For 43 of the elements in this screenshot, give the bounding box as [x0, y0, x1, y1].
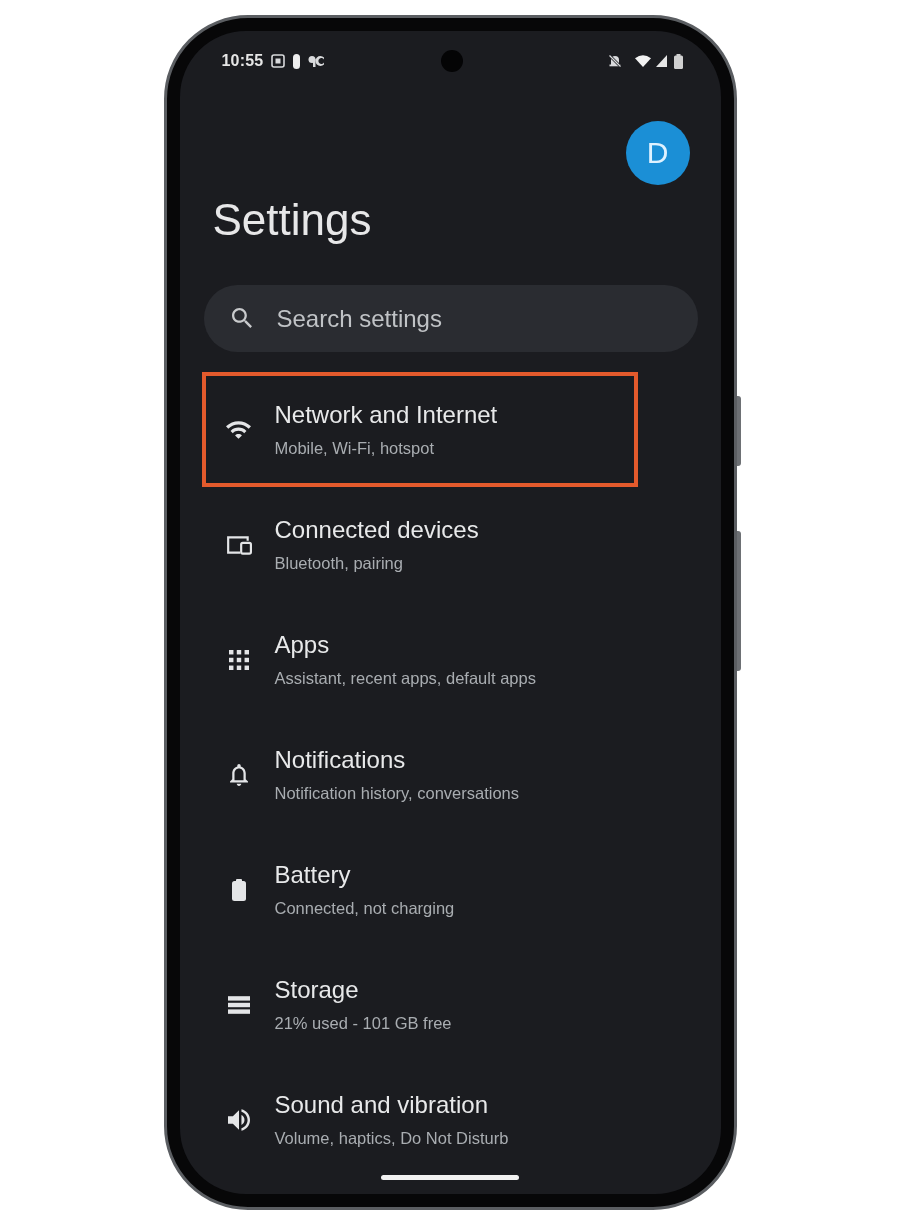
settings-item[interactable]: Battery Connected, not charging [201, 832, 638, 947]
settings-item[interactable]: Storage 21% used - 101 GB free [201, 947, 638, 1062]
notification-glyph-icon [308, 55, 325, 67]
storage-icon [227, 995, 250, 1014]
devices-icon [225, 534, 252, 555]
side-button[interactable] [736, 396, 741, 466]
item-subtitle: Mobile, Wi-Fi, hotspot [274, 438, 436, 459]
item-subtitle: 21% used - 101 GB free [274, 1013, 452, 1034]
image-icon [271, 54, 286, 68]
clock-time: 10:55 [221, 52, 264, 70]
settings-item[interactable]: Apps Assistant, recent apps, default apps [201, 602, 638, 717]
camera-hole [441, 50, 463, 72]
pill-icon [293, 53, 301, 69]
item-title: Notifications [274, 745, 407, 775]
grid-icon [228, 649, 249, 670]
wifi-signal-icon [634, 55, 651, 67]
cell-signal-icon [655, 55, 667, 67]
wifi-icon [226, 420, 251, 439]
page-title: Settings [212, 194, 372, 246]
home-indicator[interactable] [381, 1175, 519, 1180]
settings-item[interactable]: Network and Internet Mobile, Wi-Fi, hotspot [201, 372, 638, 487]
settings-item[interactable]: Connected devices Bluetooth, pairing [201, 487, 638, 602]
item-subtitle: Notification history, conversations [274, 783, 520, 804]
item-title: Connected devices [274, 515, 479, 545]
battery-status-icon [673, 53, 683, 69]
search-field[interactable]: Search settings [203, 285, 698, 352]
item-title: Apps [274, 630, 331, 660]
settings-item[interactable]: Notifications Notification history, conversations [201, 717, 638, 832]
item-title: Network and Internet [274, 400, 498, 430]
muted-bell-icon [607, 54, 622, 68]
search-icon [231, 308, 252, 328]
item-title: Storage [274, 975, 360, 1005]
settings-item[interactable]: Sound and vibration Volume, haptics, Do Not Disturb [201, 1062, 638, 1161]
speaker-icon [227, 1108, 250, 1131]
side-button[interactable] [736, 531, 741, 671]
item-subtitle: Assistant, recent apps, default apps [274, 668, 536, 689]
bell-icon [229, 763, 248, 786]
item-subtitle: Bluetooth, pairing [274, 553, 404, 574]
battery-icon [231, 878, 246, 901]
item-subtitle: Volume, haptics, Do Not Disturb [274, 1128, 509, 1149]
item-title: Battery [274, 860, 352, 890]
item-subtitle: Connected, not charging [274, 898, 455, 919]
item-title: Sound and vibration [274, 1090, 489, 1120]
